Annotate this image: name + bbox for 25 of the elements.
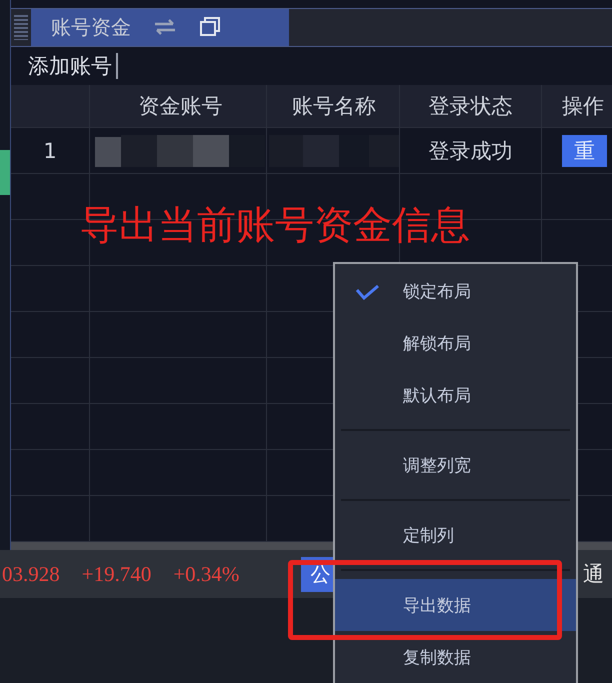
text-cursor	[116, 53, 118, 80]
menu-item[interactable]: 默认布局	[335, 369, 576, 421]
quote-value: 03.928	[2, 562, 60, 586]
column-header[interactable]: 操作	[542, 85, 612, 128]
drag-handle-icon[interactable]	[14, 15, 28, 40]
quote-value: +0.34%	[173, 562, 240, 586]
table-cell: 登录成功	[400, 128, 542, 174]
menu-item[interactable]: 定制列	[335, 509, 576, 561]
menu-item[interactable]: 锁定布局	[335, 265, 576, 317]
menu-item[interactable]: 复制数据	[335, 631, 576, 683]
relogin-button[interactable]: 重	[562, 134, 607, 167]
menu-item[interactable]: 调整列宽	[335, 439, 576, 491]
panel-tab[interactable]: 账号资金	[31, 9, 289, 46]
swap-arrows-icon[interactable]	[153, 19, 177, 36]
column-header[interactable]: 登录状态	[400, 85, 542, 128]
column-header[interactable]: 资金账号	[90, 85, 267, 128]
add-account-link[interactable]: 添加账号	[28, 52, 112, 80]
annotation-text: 导出当前账号资金信息	[80, 202, 470, 250]
status-text: 通	[583, 561, 604, 588]
quote-value: +19.740	[82, 562, 152, 586]
column-header[interactable]: 账号名称	[267, 85, 400, 128]
row-number: 1	[11, 128, 90, 174]
restore-window-icon[interactable]	[199, 17, 221, 38]
menu-item[interactable]: 导出数据	[335, 579, 576, 631]
menu-item[interactable]: 解锁布局	[335, 317, 576, 369]
